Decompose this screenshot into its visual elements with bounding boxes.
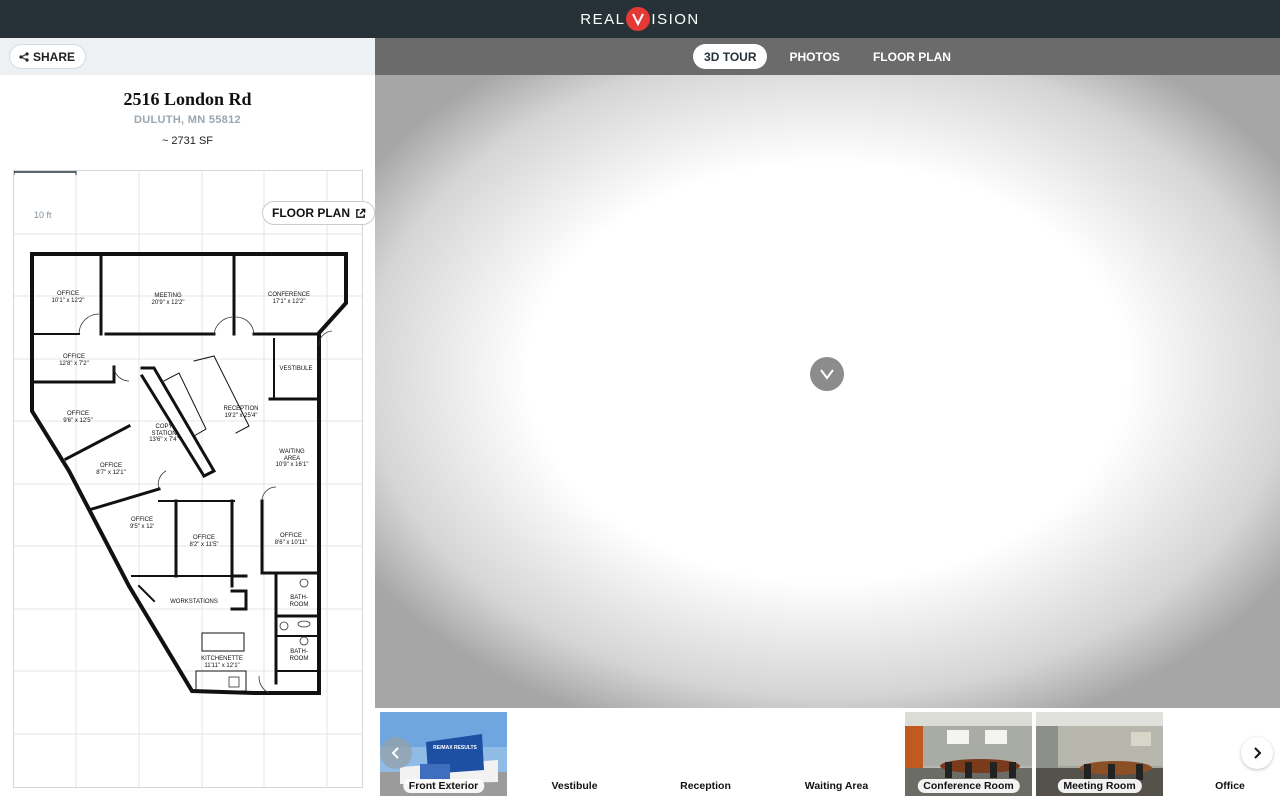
thumbnail-label: Front Exterior [402, 779, 485, 793]
thumbnail-label: Reception [680, 780, 731, 792]
room-office-1: OFFICE 10'1" x 12'2" [51, 291, 85, 304]
address-city: DULUTH, MN 55812 [134, 114, 241, 126]
thumbnail-meeting-room[interactable]: Meeting Room [1036, 712, 1163, 796]
thumbnail-strip: RE/MAX RESULTS Front Exterior Vestibule … [375, 708, 1280, 800]
room-vestibule: VESTIBULE [279, 366, 313, 372]
room-office-7: OFFICE 8'6" x 10'11" [274, 533, 308, 546]
external-link-icon [356, 208, 366, 218]
tour-viewer[interactable] [375, 75, 1280, 708]
room-conference: CONFERENCE 17'1" x 12'2" [267, 292, 310, 305]
thumbnail-reception[interactable]: Reception [642, 712, 769, 796]
room-kitchenette: KITCHENETTE 11'11" x 12'1" [201, 656, 243, 669]
room-reception: RECEPTION 19'2" x 25'4" [223, 406, 259, 419]
room-meeting: MEETING 20'9" x 12'2" [151, 293, 185, 306]
tour-panel: 3D TOUR PHOTOS FLOOR PLAN RE/MAX RESULTS… [375, 38, 1280, 800]
realvision-logo[interactable]: REAL ISION [580, 7, 700, 31]
view-tabs: 3D TOUR PHOTOS FLOOR PLAN [375, 38, 1280, 75]
logo-text-left: REAL [580, 10, 626, 28]
room-office-3: OFFICE 9'6" x 12'5" [63, 411, 93, 424]
thumbnail-label: Conference Room [917, 779, 1020, 793]
thumbnail-label: Vestibule [551, 780, 598, 792]
room-bathroom-1: BATH- ROOM [289, 595, 309, 608]
room-office-5: OFFICE 9'5" x 12' [129, 517, 155, 530]
address-block: 2516 London Rd DULUTH, MN 55812 ~ 2731 S… [0, 75, 375, 147]
room-waiting-area: WAITING AREA 10'9" x 16'1" [275, 449, 309, 469]
scale-label: 10 ft [34, 210, 52, 220]
front-exterior-sign-text: RE/MAX RESULTS [433, 745, 477, 751]
room-office-2: OFFICE 12'8" x 7'2" [59, 354, 89, 367]
thumbnails-next-button[interactable] [1241, 737, 1273, 769]
floor-plan-open-button[interactable]: FLOOR PLAN [262, 201, 375, 225]
room-bathroom-2: BATH- ROOM [289, 649, 309, 662]
thumbnail-vestibule[interactable]: Vestibule [511, 712, 638, 796]
thumbnail-waiting-area[interactable]: Waiting Area [773, 712, 900, 796]
chevron-left-icon [391, 747, 399, 759]
share-label: SHARE [33, 49, 76, 64]
thumbnail-conference-room[interactable]: Conference Room [905, 712, 1032, 796]
thumbnail-label: Waiting Area [804, 780, 869, 792]
tab-photos[interactable]: PHOTOS [778, 44, 850, 69]
share-icon [19, 51, 29, 62]
logo-v-icon [626, 7, 651, 31]
room-office-4: OFFICE 8'7" x 12'1" [96, 463, 126, 476]
thumbnail-label: Office [1215, 780, 1245, 792]
tab-3d-tour[interactable]: 3D TOUR [693, 44, 768, 69]
thumbnails-prev-button[interactable] [380, 737, 412, 769]
room-labels: OFFICE 10'1" x 12'2" MEETING 20'9" x 12'2"… [14, 171, 362, 787]
play-v-icon [820, 369, 834, 380]
property-panel: SHARE 2516 London Rd DULUTH, MN 55812 ~ … [0, 38, 375, 800]
room-copy-station: COPY STATION 13'6" x 7'4" [149, 424, 179, 444]
top-bar: REAL ISION [0, 0, 1280, 38]
address-line: 2516 London Rd [123, 89, 252, 109]
tour-start-button[interactable] [810, 357, 844, 391]
share-bar: SHARE [0, 38, 375, 75]
room-workstations: WORKSTATIONS [170, 599, 218, 605]
share-button[interactable]: SHARE [9, 44, 87, 69]
chevron-right-icon [1254, 747, 1262, 759]
logo-text-right: ISION [651, 10, 700, 28]
tab-floor-plan[interactable]: FLOOR PLAN [862, 44, 962, 69]
floor-plan-button-label: FLOOR PLAN [272, 206, 350, 220]
room-office-6: OFFICE 8'2" x 11'5" [189, 535, 219, 548]
square-footage: ~ 2731 SF [161, 135, 214, 147]
thumbnail-label: Meeting Room [1057, 779, 1142, 793]
floor-plan-image[interactable]: OFFICE 10'1" x 12'2" MEETING 20'9" x 12'2"… [13, 170, 363, 788]
